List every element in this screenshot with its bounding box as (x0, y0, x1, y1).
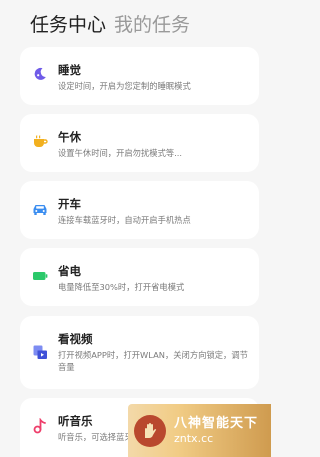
task-card-video[interactable]: 看视频 打开视频APP时，打开WLAN，关闭方向锁定，调节音量 (20, 316, 259, 389)
task-description: 电量降低至30%时，打开省电模式 (58, 282, 185, 292)
task-description: 打开视频APP时，打开WLAN，关闭方向锁定，调节音量 (58, 350, 248, 372)
video-icon (32, 344, 48, 360)
task-title: 听音乐 (58, 414, 93, 428)
header-tabs: 任务中心 我的任务 (30, 10, 190, 37)
task-title: 看视频 (58, 332, 93, 346)
watermark-overlay: 八神智能天下 zntx.cc (128, 404, 271, 457)
task-description: 设置午休时间，开启勿扰模式等... (58, 148, 183, 158)
task-title: 睡觉 (58, 63, 81, 77)
task-card-driving[interactable]: 开车 连接车载蓝牙时，自动开启手机热点 (20, 181, 259, 239)
watermark-name: 八神智能天下 (174, 415, 259, 431)
task-description: 连接车载蓝牙时，自动开启手机热点 (58, 215, 191, 225)
task-card-sleep[interactable]: 睡觉 设定时间，开启为您定制的睡眠模式 (20, 47, 259, 105)
watermark-url: zntx.cc (174, 431, 214, 445)
task-title: 午休 (58, 130, 81, 144)
task-title: 开车 (58, 197, 81, 211)
hand-logo-icon (134, 414, 166, 447)
task-description: 设定时间，开启为您定制的睡眠模式 (58, 81, 191, 91)
tab-my-tasks[interactable]: 我的任务 (114, 10, 190, 37)
task-center-screen: 任务中心 我的任务 睡觉 设定时间，开启为您定制的睡眠模式 午休 设置午休时间，… (0, 0, 271, 457)
task-card-power-saving[interactable]: 省电 电量降低至30%时，打开省电模式 (20, 248, 259, 306)
battery-icon (32, 268, 48, 284)
moon-icon (32, 66, 48, 82)
task-title: 省电 (58, 264, 81, 278)
music-icon (32, 418, 48, 434)
car-icon (32, 201, 48, 217)
task-card-nap[interactable]: 午休 设置午休时间，开启勿扰模式等... (20, 114, 259, 172)
tab-task-center[interactable]: 任务中心 (30, 10, 106, 37)
cup-icon (32, 134, 48, 150)
